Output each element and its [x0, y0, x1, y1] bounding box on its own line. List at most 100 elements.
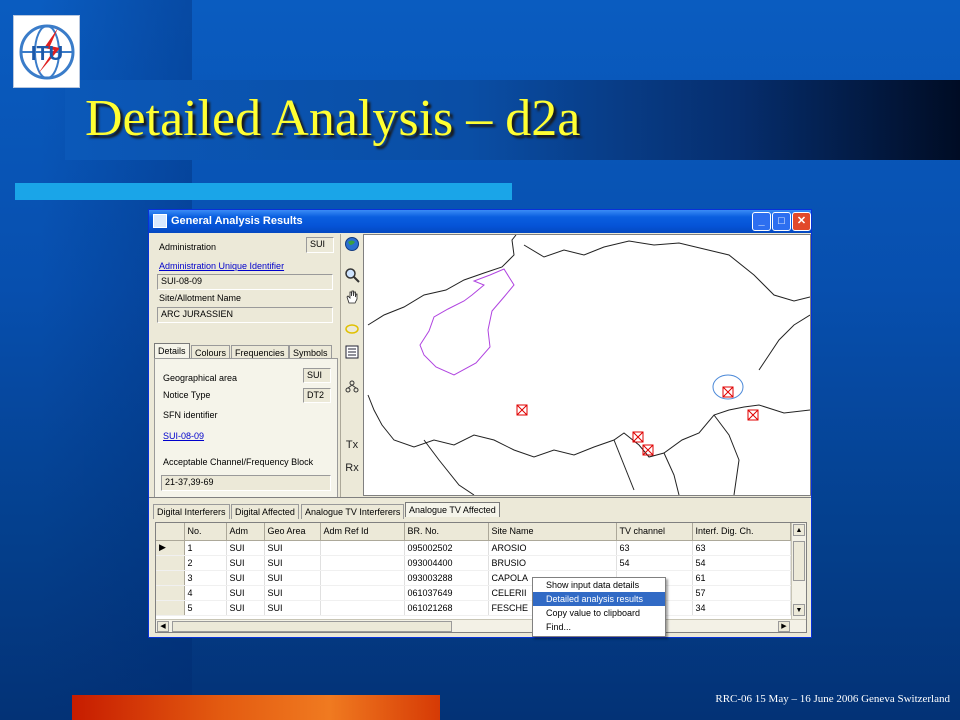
channel-label: Acceptable Channel/Frequency Block: [163, 457, 314, 467]
tab-analogue-tv-interferers[interactable]: Analogue TV Interferers: [301, 504, 405, 519]
table-header[interactable]: Adm: [226, 523, 265, 541]
table-cell: SUI: [264, 540, 321, 556]
table-cell: [320, 555, 405, 571]
table-header[interactable]: TV channel: [616, 523, 693, 541]
row-selector[interactable]: [156, 555, 185, 571]
table-cell: SUI: [264, 555, 321, 571]
station-marker[interactable]: [722, 386, 734, 398]
table-cell: [320, 540, 405, 556]
notice-type-field[interactable]: DT2: [303, 388, 331, 403]
table-header[interactable]: BR. No.: [404, 523, 489, 541]
tx-button[interactable]: Tx: [343, 436, 361, 454]
app-icon: [153, 214, 167, 228]
table-cell: SUI: [226, 570, 265, 586]
table-header-corner: [156, 523, 185, 541]
table-cell: 34: [692, 600, 791, 616]
table-cell: SUI: [264, 585, 321, 601]
map-view[interactable]: [363, 234, 811, 496]
splitter[interactable]: [149, 497, 811, 500]
sfn-label: SFN identifier: [163, 410, 218, 420]
menu-item-find[interactable]: Find...: [533, 620, 665, 634]
row-selector[interactable]: [156, 570, 185, 586]
scroll-left-icon[interactable]: ◀: [157, 621, 169, 632]
footer-bar: [72, 695, 440, 720]
administration-label: Administration: [159, 242, 217, 252]
table-cell: AROSIO: [488, 540, 617, 556]
table-cell: 63: [616, 540, 693, 556]
analysis-window: General Analysis Results _ □ ✕ Administr…: [148, 209, 812, 638]
table-cell: 4: [184, 585, 227, 601]
table-cell: 1: [184, 540, 227, 556]
table-row[interactable]: ▶ 1 SUI SUI 095002502 AROSIO 63 63: [156, 540, 791, 556]
results-grid: No. Adm Geo Area Adm Ref Id BR. No. Site…: [155, 522, 807, 633]
table-row[interactable]: 3 SUI SUI 093003288 CAPOLA 61: [156, 570, 791, 586]
table-header[interactable]: Interf. Dig. Ch.: [692, 523, 791, 541]
administration-field[interactable]: SUI: [306, 237, 334, 253]
table-cell: 061037649: [404, 585, 489, 601]
select-region-icon[interactable]: [343, 321, 361, 339]
table-cell: 095002502: [404, 540, 489, 556]
menu-item-detailed-analysis[interactable]: Detailed analysis results: [533, 592, 665, 606]
scroll-thumb[interactable]: [793, 541, 805, 581]
table-row[interactable]: 5 SUI SUI 061021268 FESCHE 34: [156, 600, 791, 616]
tab-digital-affected[interactable]: Digital Affected: [231, 504, 299, 519]
station-marker[interactable]: [747, 409, 759, 421]
tab-digital-interferers[interactable]: Digital Interferers: [153, 504, 230, 519]
window-titlebar[interactable]: General Analysis Results _ □ ✕: [149, 210, 811, 233]
row-selector[interactable]: [156, 585, 185, 601]
table-cell: BRUSIO: [488, 555, 617, 571]
station-marker[interactable]: [516, 404, 528, 416]
geo-area-field[interactable]: SUI: [303, 368, 331, 383]
table-cell: SUI: [226, 555, 265, 571]
table-cell: SUI: [264, 600, 321, 616]
scroll-up-icon[interactable]: ▲: [793, 524, 805, 536]
table-row[interactable]: 2 SUI SUI 093004400 BRUSIO 54 54: [156, 555, 791, 571]
scroll-right-icon[interactable]: ▶: [778, 621, 790, 632]
table-cell: 093004400: [404, 555, 489, 571]
scroll-thumb-horizontal[interactable]: [172, 621, 452, 632]
geo-area-label: Geographical area: [163, 373, 238, 383]
notice-type-label: Notice Type: [163, 390, 211, 400]
zoom-icon[interactable]: [343, 267, 361, 285]
maximize-button[interactable]: □: [772, 212, 791, 231]
rx-button[interactable]: Rx: [343, 459, 361, 477]
channel-field[interactable]: 21-37,39-69: [161, 475, 331, 491]
minimize-button[interactable]: _: [752, 212, 771, 231]
row-selector[interactable]: [156, 600, 185, 616]
table-cell: 63: [692, 540, 791, 556]
globe-icon[interactable]: [343, 236, 361, 254]
menu-item-copy-value[interactable]: Copy value to clipboard: [533, 606, 665, 620]
scroll-down-icon[interactable]: ▼: [793, 604, 805, 616]
station-marker[interactable]: [632, 431, 644, 443]
tab-details[interactable]: Details: [154, 343, 190, 358]
station-marker[interactable]: [642, 444, 654, 456]
table-cell: [320, 585, 405, 601]
horizontal-scrollbar[interactable]: ◀ ▶: [156, 619, 806, 632]
table-header[interactable]: Site Name: [488, 523, 617, 541]
vertical-scrollbar[interactable]: ▲ ▼: [791, 523, 806, 619]
table-cell: 5: [184, 600, 227, 616]
table-header[interactable]: Adm Ref Id: [320, 523, 405, 541]
site-field[interactable]: ARC JURASSIEN: [157, 307, 333, 323]
current-row-marker: ▶: [156, 540, 185, 556]
table-row[interactable]: 4 SUI SUI 061037649 CELERII 57: [156, 585, 791, 601]
table-cell: [320, 600, 405, 616]
table-cell: 54: [616, 555, 693, 571]
site-label: Site/Allotment Name: [159, 293, 242, 303]
network-icon[interactable]: [343, 379, 361, 397]
slide-title: Detailed Analysis – d2a: [85, 90, 581, 147]
close-button[interactable]: ✕: [792, 212, 811, 231]
table-cell: 2: [184, 555, 227, 571]
table-header[interactable]: Geo Area: [264, 523, 321, 541]
tab-analogue-tv-affected[interactable]: Analogue TV Affected: [405, 502, 500, 517]
pan-hand-icon[interactable]: [343, 289, 361, 307]
table-header-row: No. Adm Geo Area Adm Ref Id BR. No. Site…: [156, 523, 791, 541]
admin-uid-field[interactable]: SUI-08-09: [157, 274, 333, 290]
table-cell: 093003288: [404, 570, 489, 586]
table-header[interactable]: No.: [184, 523, 227, 541]
admin-uid-link[interactable]: Administration Unique Identifier: [159, 261, 284, 271]
itu-logo: ITU: [13, 15, 80, 88]
menu-item-show-input-data[interactable]: Show input data details: [533, 578, 665, 592]
sfn-link[interactable]: SUI-08-09: [163, 431, 204, 441]
list-icon[interactable]: [343, 344, 361, 362]
